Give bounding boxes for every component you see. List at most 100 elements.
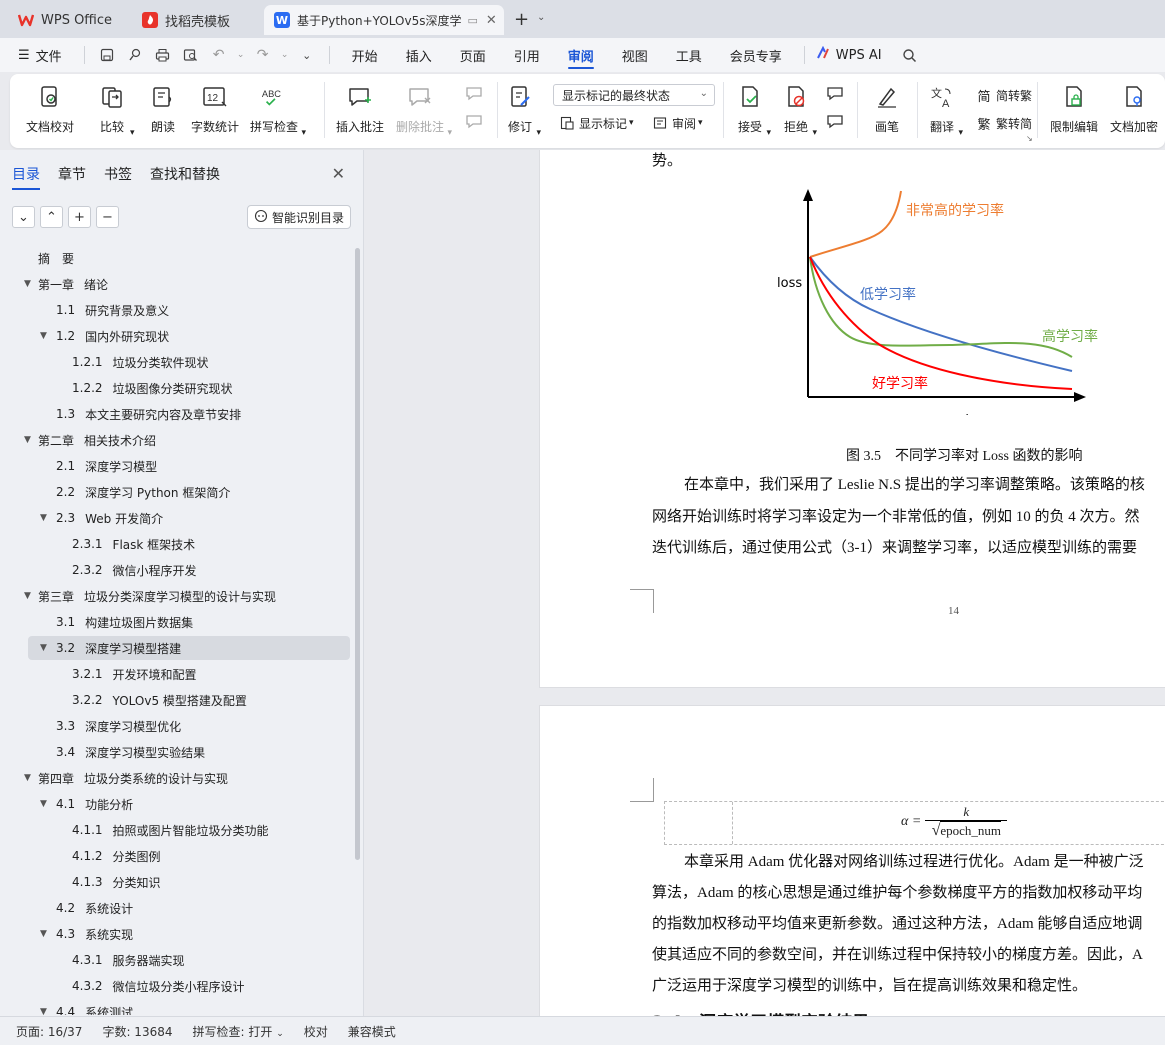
- ribbon-expand-icon[interactable]: ↘: [1026, 134, 1033, 143]
- toc-item[interactable]: ▼ 第二章 相关技术介绍: [24, 429, 156, 451]
- toc-item[interactable]: ▼ 1.2 国内外研究现状: [40, 325, 169, 347]
- expand-arrow-icon[interactable]: ▼: [24, 773, 36, 783]
- markup-display-select[interactable]: 显示标记的最终状态 ⌄: [553, 84, 715, 106]
- wps-ai-button[interactable]: WPS AI: [813, 38, 896, 72]
- show-markup-button[interactable]: 显示标记 ▾: [559, 112, 634, 134]
- toc-item[interactable]: 4.1.2 分类图例: [56, 845, 161, 867]
- page-indicator[interactable]: 页面: 16/37: [16, 1023, 82, 1040]
- menu-insert[interactable]: 插入: [392, 38, 446, 72]
- expand-arrow-icon[interactable]: ▼: [40, 513, 52, 523]
- close-pane-icon[interactable]: ✕: [332, 164, 345, 183]
- toc-item[interactable]: ▼ 4.4 系统测试: [40, 1001, 133, 1015]
- menu-page[interactable]: 页面: [446, 38, 500, 72]
- expand-arrow-icon[interactable]: ▼: [40, 929, 52, 939]
- toc-item[interactable]: 3.2.2 YOLOv5 模型搭建及配置: [56, 689, 247, 711]
- collapse-level-button[interactable]: ⌄: [12, 206, 35, 228]
- search-icon[interactable]: [898, 43, 922, 67]
- expand-arrow-icon[interactable]: ▼: [24, 279, 36, 289]
- encrypt-document-button[interactable]: 文档加密: [1110, 80, 1158, 140]
- expand-arrow-icon[interactable]: ▼: [40, 331, 52, 341]
- remove-heading-button[interactable]: −: [96, 206, 119, 228]
- toc-item[interactable]: 3.1 构建垃圾图片数据集: [40, 611, 193, 633]
- toc-item[interactable]: 4.2 系统设计: [40, 897, 133, 919]
- menu-start[interactable]: 开始: [338, 38, 392, 72]
- toc-item[interactable]: ▼ 2.3 Web 开发简介: [40, 507, 163, 529]
- spell-check-toggle[interactable]: 拼写检查: 打开 ⌄: [193, 1023, 284, 1040]
- toc-item[interactable]: 4.1.3 分类知识: [56, 871, 161, 893]
- toc-item[interactable]: 2.3.2 微信小程序开发: [56, 559, 197, 581]
- tab-sections[interactable]: 章节: [58, 164, 86, 188]
- window-restore-icon[interactable]: ▭: [467, 14, 477, 27]
- expand-arrow-icon[interactable]: ▼: [24, 591, 36, 601]
- menu-review[interactable]: 审阅: [554, 38, 608, 72]
- menu-tools[interactable]: 工具: [662, 38, 716, 72]
- toc-item[interactable]: 2.3.1 Flask 框架技术: [56, 533, 195, 555]
- save-icon[interactable]: [95, 43, 119, 67]
- insert-comment-button[interactable]: 插入批注: [336, 80, 384, 140]
- toc-item[interactable]: ▼ 第一章 绪论: [24, 273, 108, 295]
- spell-check-button[interactable]: ABC 拼写检查 ▾: [250, 80, 306, 140]
- tab-find-replace[interactable]: 查找和替换: [150, 164, 220, 188]
- toc-item[interactable]: 1.3 本文主要研究内容及章节安排: [40, 403, 241, 425]
- proof-indicator[interactable]: 校对: [304, 1023, 328, 1040]
- undo-dropdown-icon[interactable]: ⌄: [235, 43, 247, 67]
- expand-arrow-icon[interactable]: ▼: [24, 435, 36, 445]
- toc-item[interactable]: 1.1 研究背景及意义: [40, 299, 169, 321]
- undo-icon[interactable]: ↶: [207, 43, 231, 67]
- word-count-button[interactable]: 12 字数统计: [191, 80, 239, 140]
- simplified-to-traditional-button[interactable]: 简 简转繁: [976, 84, 1032, 106]
- previous-change-icon[interactable]: [826, 86, 844, 105]
- more-chevron-icon[interactable]: ⌄: [295, 43, 319, 67]
- expand-arrow-icon[interactable]: ▼: [40, 643, 52, 653]
- add-heading-button[interactable]: +: [68, 206, 91, 228]
- new-tab-button[interactable]: +: [514, 9, 529, 30]
- review-pane-button[interactable]: 审阅 ▾: [652, 112, 703, 134]
- word-count-indicator[interactable]: 字数: 13684: [102, 1023, 172, 1040]
- print-preview-icon[interactable]: [179, 43, 203, 67]
- toc-item[interactable]: 4.1.1 拍照或图片智能垃圾分类功能: [56, 819, 269, 841]
- restrict-editing-button[interactable]: 限制编辑: [1050, 80, 1098, 140]
- previous-comment-icon[interactable]: [465, 86, 483, 105]
- tab-bookmarks[interactable]: 书签: [104, 164, 132, 188]
- print-icon[interactable]: [151, 43, 175, 67]
- track-changes-button[interactable]: 修订 ▾: [507, 80, 541, 140]
- toc-item[interactable]: ▼ 3.2 深度学习模型搭建: [40, 637, 181, 659]
- expand-level-button[interactable]: ⌃: [40, 206, 63, 228]
- delete-comment-button[interactable]: 删除批注 ▾: [396, 80, 452, 140]
- menu-reference[interactable]: 引用: [500, 38, 554, 72]
- toc-item[interactable]: 1.2.2 垃圾图像分类研究现状: [56, 377, 233, 399]
- toc-item[interactable]: ▼ 第三章 垃圾分类深度学习模型的设计与实现: [24, 585, 276, 607]
- accept-button[interactable]: 接受 ▾: [737, 80, 771, 140]
- menu-view[interactable]: 视图: [608, 38, 662, 72]
- pen-button[interactable]: 画笔: [874, 80, 900, 140]
- tab-docer-templates[interactable]: 找稻壳模板: [132, 5, 258, 35]
- file-menu[interactable]: ☰ 文件: [0, 38, 76, 72]
- toc-item[interactable]: 4.3.1 服务器端实现: [56, 949, 185, 971]
- smart-toc-button[interactable]: 智能识别目录: [247, 205, 352, 229]
- next-comment-icon[interactable]: [465, 114, 483, 133]
- menu-member[interactable]: 会员专享: [716, 38, 796, 72]
- export-icon[interactable]: [123, 43, 147, 67]
- expand-arrow-icon[interactable]: ▼: [40, 1007, 52, 1015]
- toc-scrollbar[interactable]: [355, 248, 360, 860]
- traditional-to-simplified-button[interactable]: 繁 繁转简: [976, 112, 1032, 134]
- toc-item[interactable]: 1.2.1 垃圾分类软件现状: [56, 351, 209, 373]
- toc-item[interactable]: 4.3.2 微信垃圾分类小程序设计: [56, 975, 245, 997]
- toc-item[interactable]: 3.3 深度学习模型优化: [40, 715, 181, 737]
- toc-item[interactable]: ▼ 第四章 垃圾分类系统的设计与实现: [24, 767, 228, 789]
- close-tab-icon[interactable]: ✕: [486, 13, 497, 28]
- tab-current-document[interactable]: W 基于Python+YOLOv5s深度学 ▭ ✕: [264, 5, 504, 35]
- toc-item[interactable]: 2.2 深度学习 Python 框架简介: [40, 481, 230, 503]
- redo-icon[interactable]: ↷: [251, 43, 275, 67]
- doc-proof-button[interactable]: 文档校对: [26, 80, 74, 140]
- toc-item[interactable]: ▼ 4.1 功能分析: [40, 793, 133, 815]
- compare-button[interactable]: 比较 ▾: [99, 80, 135, 140]
- toc-item[interactable]: 摘 要: [24, 247, 74, 269]
- toc-item[interactable]: 2.1 深度学习模型: [40, 455, 157, 477]
- toc-item[interactable]: 3.2.1 开发环境和配置: [56, 663, 197, 685]
- translate-button[interactable]: 文A 翻译 ▾: [929, 80, 963, 140]
- tab-wps-office[interactable]: WPS Office: [8, 5, 124, 35]
- tab-list-chevron-icon[interactable]: ⌄: [537, 12, 545, 23]
- expand-arrow-icon[interactable]: ▼: [40, 799, 52, 809]
- toc-item[interactable]: 3.4 深度学习模型实验结果: [40, 741, 205, 763]
